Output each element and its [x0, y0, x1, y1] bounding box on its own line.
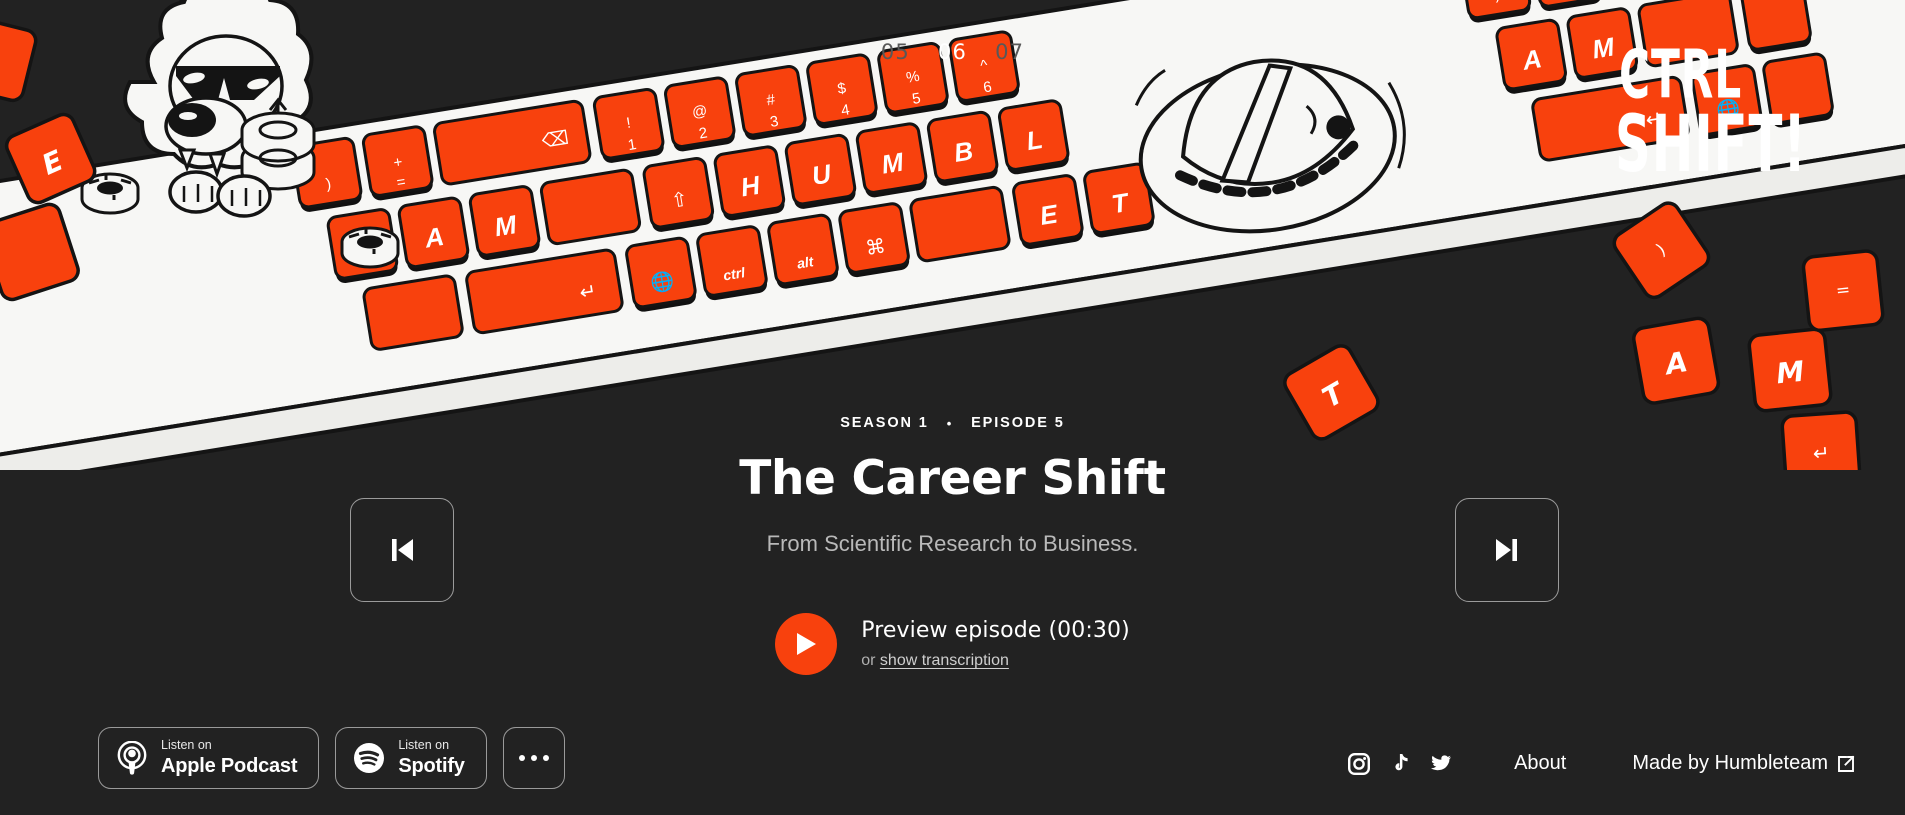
svg-text:=: = — [1835, 280, 1851, 301]
transcription-row: or show transcription — [861, 652, 1130, 670]
social-links — [1348, 752, 1452, 775]
spotify-store-name: Spotify — [398, 754, 465, 777]
svg-text:A: A — [422, 221, 446, 254]
season-label: SEASON 1 — [840, 415, 929, 431]
episode-label: EPISODE 5 — [971, 415, 1065, 431]
listen-on-spotify-button[interactable]: Listen on Spotify — [335, 727, 487, 789]
site-logo[interactable]: CTRL SHIFT! — [1615, 34, 1847, 183]
svg-text:E: E — [37, 144, 68, 182]
svg-text:A: A — [1661, 345, 1690, 382]
svg-text:): ) — [1653, 240, 1670, 260]
svg-text:%: % — [905, 68, 921, 87]
svg-text:↵: ↵ — [578, 280, 598, 304]
svg-text:1: 1 — [627, 136, 638, 154]
apple-listen-on-label: Listen on — [161, 738, 212, 753]
svg-text:M: M — [879, 146, 907, 179]
svg-text:🌐: 🌐 — [649, 269, 676, 295]
about-link[interactable]: About — [1514, 752, 1566, 775]
apple-podcast-icon — [117, 741, 147, 775]
svg-text:B: B — [952, 135, 975, 168]
svg-text:=: = — [395, 173, 407, 191]
about-label: About — [1514, 752, 1567, 774]
preview-player: Preview episode (00:30) or show transcri… — [0, 613, 1905, 675]
listen-buttons-group: Listen on Apple Podcast Listen on Spotif… — [98, 727, 565, 789]
page-title: The Career Shift — [739, 451, 1166, 506]
meta-separator: • — [946, 415, 954, 431]
ellipsis-dot — [530, 755, 537, 761]
svg-text:3: 3 — [769, 113, 780, 131]
made-by-humbleteam-link[interactable]: Made by Humbleteam — [1632, 752, 1855, 775]
twitter-icon — [1431, 754, 1452, 770]
instagram-icon — [1348, 752, 1371, 775]
play-icon — [797, 633, 817, 655]
svg-text:5: 5 — [911, 90, 922, 108]
skip-previous-icon — [392, 539, 413, 561]
next-episode-button[interactable] — [1455, 498, 1559, 602]
tiktok-icon — [1395, 753, 1408, 770]
spotify-icon — [354, 743, 385, 773]
show-transcription-link[interactable]: show transcription — [880, 652, 1009, 669]
preview-text-block: Preview episode (00:30) or show transcri… — [861, 618, 1130, 670]
episode-number-current[interactable]: 06 — [938, 42, 967, 63]
apple-store-name: Apple Podcast — [161, 754, 298, 777]
svg-text:+: + — [392, 154, 404, 172]
svg-text:H: H — [739, 170, 764, 203]
episode-subtitle: From Scientific Research to Business. — [766, 530, 1139, 556]
svg-text:⌘: ⌘ — [864, 235, 887, 260]
svg-text:$: $ — [836, 80, 848, 98]
play-preview-button[interactable] — [775, 613, 838, 675]
tiktok-link[interactable] — [1390, 753, 1410, 775]
svg-text:2: 2 — [698, 124, 709, 142]
svg-text:E: E — [1038, 198, 1061, 230]
svg-text:M: M — [492, 209, 520, 242]
svg-text:alt: alt — [796, 253, 816, 272]
episode-number-next[interactable]: 07 — [995, 42, 1024, 63]
external-link-icon — [1838, 755, 1855, 772]
svg-text:T: T — [1109, 187, 1132, 219]
svg-text:⌫: ⌫ — [540, 128, 570, 153]
made-by-label: Made by Humbleteam — [1632, 752, 1828, 774]
logo-line-ctrl: CTRL — [1619, 34, 1743, 114]
svg-text:L: L — [1024, 124, 1044, 156]
episode-meta: SEASON 1 • EPISODE 5 — [0, 415, 1905, 431]
svg-text:ctrl: ctrl — [722, 264, 747, 283]
or-label: or — [861, 652, 876, 670]
previous-episode-button[interactable] — [350, 498, 454, 602]
spotify-listen-on-label: Listen on — [398, 738, 450, 753]
ellipsis-dot — [518, 755, 525, 761]
svg-text:!: ! — [625, 115, 632, 132]
footer-links: About Made by Humbleteam — [1348, 752, 1855, 775]
svg-text:@: @ — [691, 102, 709, 121]
svg-text:): ) — [325, 175, 333, 193]
svg-text:6: 6 — [982, 78, 993, 96]
podcast-hero-page: %5 ^6 ) += ⌫ !1 @2 #3 $4 %5 ^6 ) — [0, 0, 1905, 815]
svg-text:T: T — [1317, 375, 1352, 414]
svg-text:U: U — [810, 158, 835, 191]
twitter-link[interactable] — [1430, 754, 1452, 774]
episode-number-prev[interactable]: 05 — [881, 42, 910, 63]
instagram-link[interactable] — [1348, 752, 1371, 775]
svg-text:⇧: ⇧ — [670, 188, 690, 212]
listen-on-apple-podcast-button[interactable]: Listen on Apple Podcast — [98, 727, 320, 789]
svg-text:#: # — [765, 91, 777, 109]
svg-text:M: M — [1775, 355, 1806, 391]
ellipsis-dot — [542, 755, 549, 761]
more-platforms-button[interactable] — [502, 727, 565, 789]
preview-episode-label: Preview episode (00:30) — [861, 617, 1130, 643]
logo-line-shift: SHIFT! — [1615, 98, 1807, 190]
skip-next-icon — [1496, 539, 1517, 561]
episode-info: SEASON 1 • EPISODE 5 The Career Shift Fr… — [0, 415, 1905, 557]
svg-text:4: 4 — [840, 101, 851, 119]
svg-text:E: E — [352, 232, 375, 264]
svg-text:=: = — [1564, 0, 1576, 2]
svg-text:): ) — [1493, 0, 1501, 4]
